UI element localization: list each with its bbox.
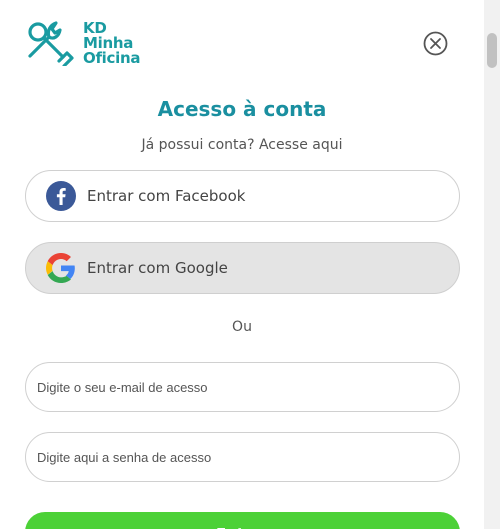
google-login-button[interactable]: Entrar com Google xyxy=(25,242,460,294)
google-login-label: Entrar com Google xyxy=(87,259,228,277)
scrollbar-thumb[interactable] xyxy=(487,33,497,68)
page-subtitle: Já possui conta? Acesse aqui xyxy=(141,137,343,153)
brand-logo[interactable]: KD Minha Oficina xyxy=(25,20,140,66)
facebook-login-button[interactable]: Entrar com Facebook xyxy=(25,170,460,222)
logo-wordmark: KD Minha Oficina xyxy=(83,20,141,67)
logo-line-3: Oficina xyxy=(83,48,141,67)
close-circle-icon xyxy=(423,31,448,56)
or-divider: Ou xyxy=(232,319,252,335)
submit-button[interactable]: Entrar xyxy=(25,512,460,529)
email-field[interactable] xyxy=(25,362,460,412)
close-button[interactable] xyxy=(423,31,448,56)
login-modal: KD Minha Oficina Acesso à conta Já possu… xyxy=(0,0,484,529)
password-field[interactable] xyxy=(25,432,460,482)
scrollbar[interactable] xyxy=(484,0,500,529)
google-icon xyxy=(46,253,76,283)
tools-logo-icon xyxy=(28,21,74,66)
page-title: Acesso à conta xyxy=(157,97,327,121)
facebook-login-label: Entrar com Facebook xyxy=(87,187,246,205)
facebook-icon xyxy=(46,181,76,211)
